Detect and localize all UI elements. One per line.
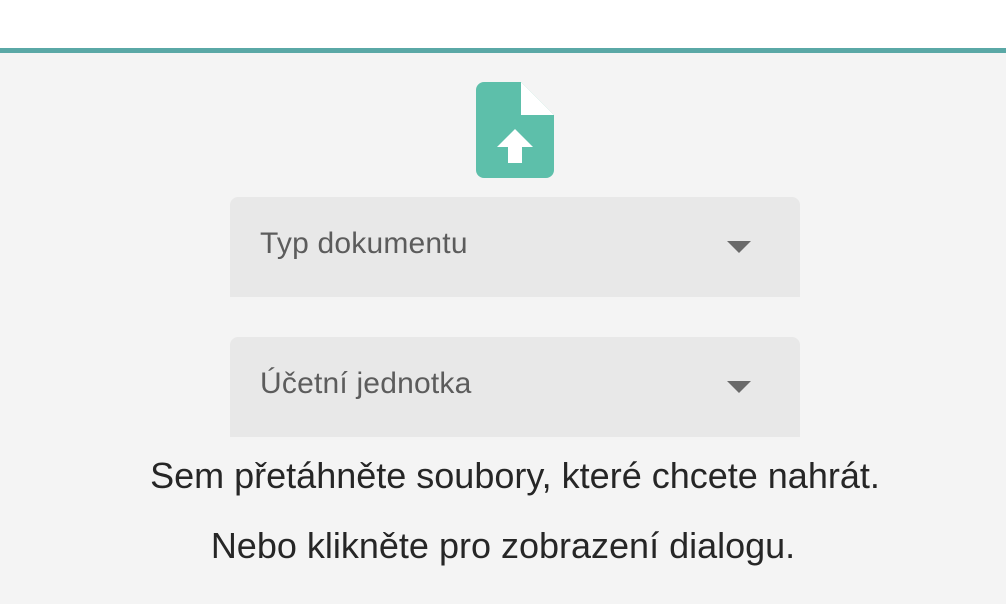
file-upload-icon[interactable] — [476, 82, 554, 178]
accounting-unit-select[interactable]: Účetní jednotka — [230, 337, 800, 437]
drop-instruction-text: Sem přetáhněte soubory, které chcete nah… — [150, 455, 880, 496]
document-type-label: Typ dokumentu — [260, 227, 468, 260]
click-instruction-text[interactable]: Nebo klikněte pro zobrazení dialogu. — [0, 525, 1006, 567]
accounting-unit-label: Účetní jednotka — [260, 367, 472, 400]
document-type-select[interactable]: Typ dokumentu — [230, 197, 800, 297]
top-bar — [0, 0, 1006, 48]
caret-down-icon[interactable] — [727, 381, 751, 393]
caret-down-icon[interactable] — [727, 241, 751, 253]
